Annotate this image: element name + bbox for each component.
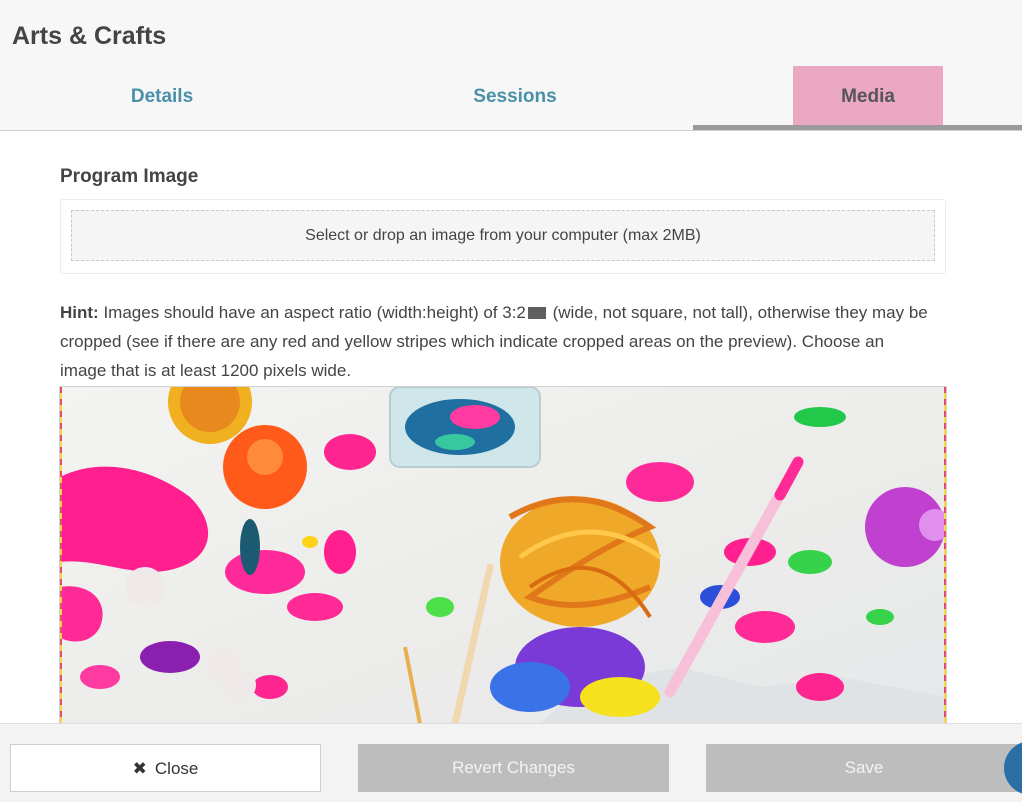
image-dropzone[interactable]: Select or drop an image from your comput… (71, 210, 935, 261)
image-preview (59, 386, 947, 725)
save-button[interactable]: Save (706, 744, 1022, 792)
crop-indicator-right (944, 387, 946, 724)
header: Arts & Crafts Details Sessions Media (0, 0, 1022, 131)
section-title: Program Image (60, 166, 199, 187)
close-icon: ✖ (132, 759, 147, 778)
footer-bar: ✖ Close Revert Changes Save (0, 723, 1022, 802)
hint-text-before: Images should have an aspect ratio (widt… (103, 303, 526, 322)
page-title: Arts & Crafts (12, 22, 167, 50)
paint-splatter-image (60, 387, 946, 724)
image-dropzone-container: Select or drop an image from your comput… (60, 199, 946, 274)
tab-media[interactable]: Media (793, 66, 943, 128)
close-button[interactable]: ✖ Close (10, 744, 321, 792)
tab-sessions[interactable]: Sessions (393, 66, 637, 128)
hint-text: Hint: Images should have an aspect ratio… (60, 298, 930, 385)
active-tab-underline (693, 125, 1022, 130)
hint-label: Hint: (60, 303, 99, 322)
tab-details[interactable]: Details (40, 66, 284, 128)
aspect-ratio-icon (527, 307, 546, 319)
close-button-label: Close (154, 759, 199, 778)
revert-changes-button[interactable]: Revert Changes (358, 744, 669, 792)
crop-indicator-left (60, 387, 62, 724)
